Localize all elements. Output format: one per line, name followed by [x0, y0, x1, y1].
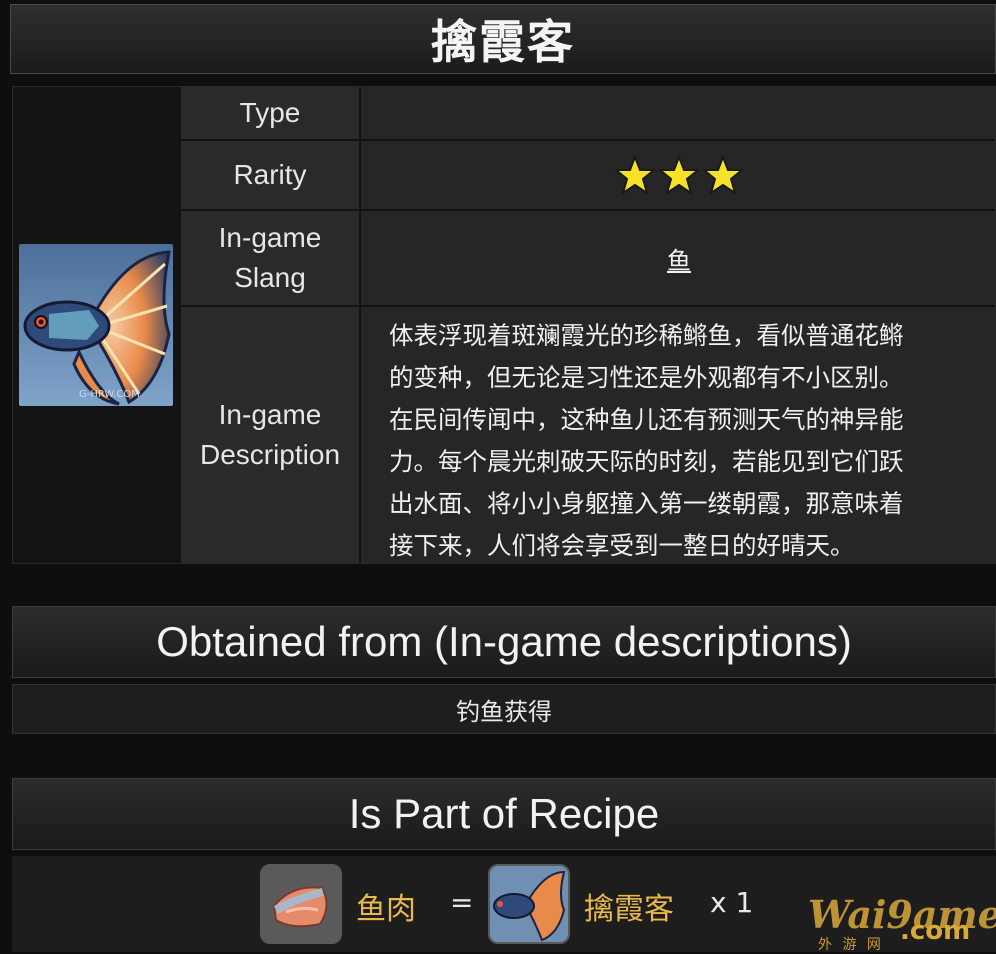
slang-label-line1: In-game — [218, 222, 322, 253]
description-label-line2: Description — [199, 439, 341, 470]
recipe-output-name[interactable]: 擒霞客 — [584, 884, 674, 928]
description-line: 体表浮现着斑斓霞光的珍稀鳉鱼，看似普通花鳉 — [389, 321, 904, 350]
rarity-value — [361, 141, 996, 209]
obtained-header: Obtained from (In-game descriptions) — [12, 606, 996, 678]
recipe-header: Is Part of Recipe — [12, 778, 996, 850]
fish-output-icon[interactable] — [488, 864, 570, 944]
item-image-cell: G-HRW.COM — [13, 87, 179, 563]
watermark-char: 游 — [842, 937, 857, 953]
recipe-input-name[interactable]: 鱼肉 — [356, 884, 416, 928]
watermark-sub: 外 游 网 — [818, 934, 881, 954]
type-value — [361, 87, 996, 139]
type-label: Type — [181, 87, 359, 139]
watermark-com: .com — [900, 916, 971, 946]
image-watermark: G-HRW.COM — [79, 389, 140, 400]
watermark-char: 网 — [866, 937, 881, 953]
description-line: 的变种，但无论是习性还是外观都有不小区别。 — [389, 363, 904, 392]
description-value: 体表浮现着斑斓霞光的珍稀鳉鱼，看似普通花鳉 的变种，但无论是习性还是外观都有不小… — [361, 307, 996, 563]
slang-label: In-game Slang — [181, 211, 359, 305]
slang-link[interactable]: 鱼 — [667, 241, 691, 276]
recipe-quantity: x 1 — [710, 886, 754, 919]
rarity-label: Rarity — [181, 141, 359, 209]
slang-label-line2: Slang — [234, 262, 306, 293]
star-icon — [615, 155, 655, 195]
watermark-char: 外 — [818, 937, 832, 953]
description-label: In-game Description — [181, 307, 359, 563]
page-title: 擒霞客 — [431, 15, 575, 69]
description-line: 出水面、将小小身躯撞入第一缕朝霞，那意味着 — [389, 489, 904, 518]
slang-value-cell: 鱼 — [361, 211, 996, 305]
recipe-equals: = — [450, 886, 474, 919]
description-label-line1: In-game — [218, 399, 322, 430]
info-table: G-HRW.COM Type Rarity In-game Slang 鱼 In… — [12, 86, 996, 564]
description-line: 在民间传闻中，这种鱼儿还有预测天气的神异能 — [389, 405, 904, 434]
star-icon — [703, 155, 743, 195]
description-line: 接下来，人们将会享受到一整日的好晴天。 — [389, 531, 855, 560]
page-title-bar: 擒霞客 — [10, 4, 996, 74]
fish-meat-icon[interactable] — [260, 864, 342, 944]
rarity-stars — [615, 155, 743, 195]
description-line: 力。每个晨光刺破天际的时刻，若能见到它们跃 — [389, 447, 904, 476]
fish-image: G-HRW.COM — [19, 244, 173, 406]
obtained-value: 钓鱼获得 — [12, 684, 996, 734]
star-icon — [659, 155, 699, 195]
